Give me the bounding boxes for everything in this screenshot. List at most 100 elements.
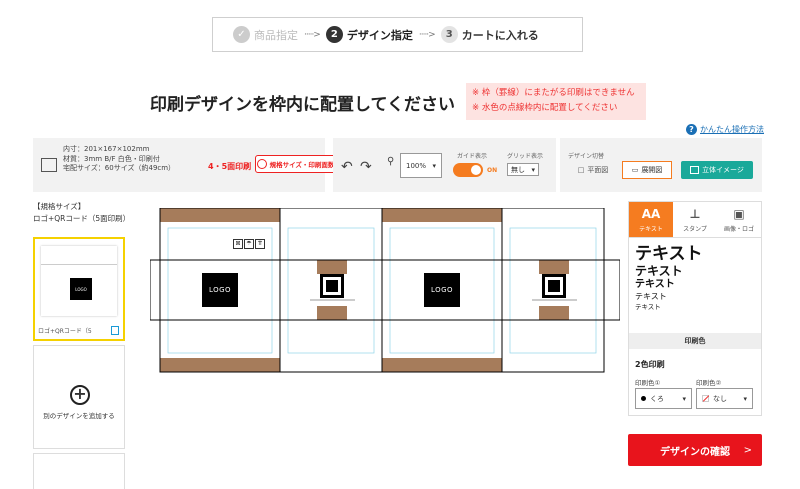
spec-line: 内寸：201×167×102mm bbox=[63, 145, 150, 153]
spec-line: 宅配サイズ：60サイズ（約49cm） bbox=[63, 164, 176, 172]
guide-state: ON bbox=[487, 167, 498, 174]
refresh-icon bbox=[256, 159, 267, 169]
step-cart: 3 カートに入れる bbox=[440, 26, 539, 43]
flat-icon: □ bbox=[577, 166, 585, 174]
step-number: 2 bbox=[325, 26, 343, 43]
notice-line: ※ 水色の点線枠内に配置してください bbox=[472, 103, 618, 113]
spec-line: 材質：3mm B/F 白色・印刷付 bbox=[63, 154, 160, 163]
text-sample[interactable]: テキスト bbox=[635, 264, 755, 278]
thumbnail-lid-line bbox=[41, 264, 117, 265]
tool-panel: AA テキスト ⊥ スタンプ ▣ 画像・ロゴ テキスト テキスト テキスト テキ… bbox=[628, 201, 762, 416]
step-indicator: ✓ 商品指定 ·····> 2 デザイン指定 ·····> 3 カートに入れる bbox=[212, 17, 583, 52]
text-sample[interactable]: テキスト bbox=[635, 244, 755, 264]
grid-value: 無し bbox=[511, 165, 525, 174]
step-number: 3 bbox=[440, 26, 458, 43]
thumbnail-logo: LOGO bbox=[70, 278, 92, 300]
3d-view-label: 立体イメージ bbox=[702, 166, 744, 174]
tab-image[interactable]: ▣ 画像・ロゴ bbox=[717, 202, 761, 238]
text-sample[interactable]: テキスト bbox=[635, 278, 755, 291]
step-product: ✓ 商品指定 bbox=[233, 26, 298, 43]
print-faces: 4・5面印刷 bbox=[208, 162, 252, 171]
dieline-icon: ▭ bbox=[631, 166, 639, 174]
confirm-label: デザインの確認 bbox=[660, 446, 730, 458]
zoom-icon: ⚲ bbox=[387, 156, 395, 167]
zoom-value: 100% bbox=[406, 161, 427, 170]
tab-label: テキスト bbox=[639, 226, 663, 233]
design-thumbnail[interactable]: LOGO ロゴ+QRコード（5 bbox=[33, 237, 125, 341]
check-icon: ✓ bbox=[233, 26, 250, 43]
color1-select[interactable]: くろ ▾ bbox=[635, 388, 692, 409]
no-color-icon bbox=[702, 395, 709, 402]
text-icon: AA bbox=[641, 207, 661, 221]
design-switch-label: デザイン切替 bbox=[568, 153, 605, 160]
color2-select[interactable]: なし ▾ bbox=[696, 388, 753, 409]
step-label: カートに入れる bbox=[461, 28, 539, 42]
edit-toolbar: ↶ ↷ ⚲ 100% ▾ ガイド表示 ON グリッド表示 無し ▾ bbox=[333, 138, 556, 192]
care-icons: ⊠ ☂ ⇈ bbox=[233, 239, 265, 249]
chevron-down-icon: ▾ bbox=[682, 394, 686, 403]
help-link[interactable]: ? かんたん操作方法 bbox=[686, 124, 764, 135]
two-color-label: 2色印刷 bbox=[635, 360, 665, 369]
color1-label: 印刷色① bbox=[635, 379, 661, 387]
tool-tabs: AA テキスト ⊥ スタンプ ▣ 画像・ロゴ bbox=[629, 202, 761, 238]
flat-view-button[interactable]: □ 平面図 bbox=[568, 161, 618, 179]
text-sample[interactable]: テキスト bbox=[635, 302, 755, 312]
notice-line: ※ 枠（罫線）にまたがる印刷はできません bbox=[472, 88, 635, 98]
confirm-design-button[interactable]: デザインの確認 > bbox=[628, 434, 762, 466]
add-design-button[interactable]: + 別のデザインを追加する bbox=[33, 345, 125, 449]
zoom-select[interactable]: 100% ▾ bbox=[400, 153, 442, 178]
step-arrow: ·····> bbox=[304, 29, 321, 40]
add-design-label: 別のデザインを追加する bbox=[43, 412, 115, 420]
design-name: ロゴ+QRコード（5面印刷） bbox=[33, 214, 131, 223]
help-label: かんたん操作方法 bbox=[700, 125, 764, 134]
step-label: 商品指定 bbox=[254, 28, 298, 42]
tab-label: 画像・ロゴ bbox=[723, 226, 754, 233]
print-notice: ※ 枠（罫線）にまたがる印刷はできません ※ 水色の点線枠内に配置してください bbox=[466, 83, 646, 120]
grid-label: グリッド表示 bbox=[507, 153, 544, 160]
thumbnail-image: LOGO bbox=[41, 246, 117, 316]
text-sample[interactable]: テキスト bbox=[635, 291, 755, 302]
thumbnail-caption: ロゴ+QRコード（5 bbox=[38, 328, 92, 335]
spec-heading: 【規格サイズ】 bbox=[33, 202, 86, 211]
logo-placeholder[interactable]: LOGO bbox=[424, 273, 460, 307]
box-icon bbox=[41, 158, 57, 172]
design-list-heading: 【規格サイズ】 ロゴ+QRコード（5面印刷） bbox=[33, 201, 130, 225]
text-samples: テキスト テキスト テキスト テキスト テキスト bbox=[629, 238, 761, 318]
chevron-down-icon: ▾ bbox=[531, 165, 535, 174]
cube-icon bbox=[690, 166, 700, 174]
tab-label: スタンプ bbox=[683, 226, 707, 233]
design-canvas[interactable]: ⊠ ☂ ⇈ LOGO LOGO bbox=[150, 208, 620, 373]
undo-icon[interactable]: ↶ bbox=[341, 159, 353, 175]
3d-view-button[interactable]: 立体イメージ bbox=[681, 161, 753, 179]
grid-select[interactable]: 無し ▾ bbox=[507, 163, 539, 176]
image-icon: ▣ bbox=[733, 207, 745, 221]
guide-label: ガイド表示 bbox=[457, 153, 488, 160]
print-color-header: 印刷色 bbox=[629, 333, 761, 349]
dev-view-label: 展開図 bbox=[641, 166, 663, 174]
help-icon: ? bbox=[686, 124, 697, 135]
spec-toolbar: 内寸：201×167×102mm 材質：3mm B/F 白色・印刷付 宅配サイズ… bbox=[33, 138, 349, 192]
flat-view-label: 平面図 bbox=[587, 166, 609, 174]
chevron-right-icon: > bbox=[743, 444, 752, 456]
tab-stamp[interactable]: ⊥ スタンプ bbox=[673, 202, 717, 238]
color2-label: 印刷色② bbox=[696, 379, 722, 387]
page-title: 印刷デザインを枠内に配置してください bbox=[150, 95, 455, 115]
dev-view-button[interactable]: ▭ 展開図 bbox=[622, 161, 672, 179]
color2-value: なし bbox=[713, 394, 727, 403]
fragile-icon: ⊠ bbox=[233, 239, 243, 249]
tab-text[interactable]: AA テキスト bbox=[629, 202, 673, 238]
redo-icon[interactable]: ↷ bbox=[360, 159, 372, 175]
chevron-down-icon: ▾ bbox=[743, 394, 747, 403]
color-swatch bbox=[641, 396, 646, 401]
guide-toggle[interactable] bbox=[453, 163, 483, 177]
logo-placeholder[interactable]: LOGO bbox=[202, 273, 238, 307]
chevron-down-icon: ▾ bbox=[432, 161, 436, 170]
color1-value: くろ bbox=[650, 394, 664, 403]
box-specs: 内寸：201×167×102mm 材質：3mm B/F 白色・印刷付 宅配サイズ… bbox=[63, 145, 201, 174]
empty-design-slot bbox=[33, 453, 125, 489]
step-design: 2 デザイン指定 bbox=[325, 26, 413, 43]
stamp-icon: ⊥ bbox=[689, 207, 701, 221]
this-side-up-icon: ⇈ bbox=[255, 239, 265, 249]
step-label: デザイン指定 bbox=[346, 28, 413, 42]
copy-icon[interactable] bbox=[111, 326, 119, 335]
